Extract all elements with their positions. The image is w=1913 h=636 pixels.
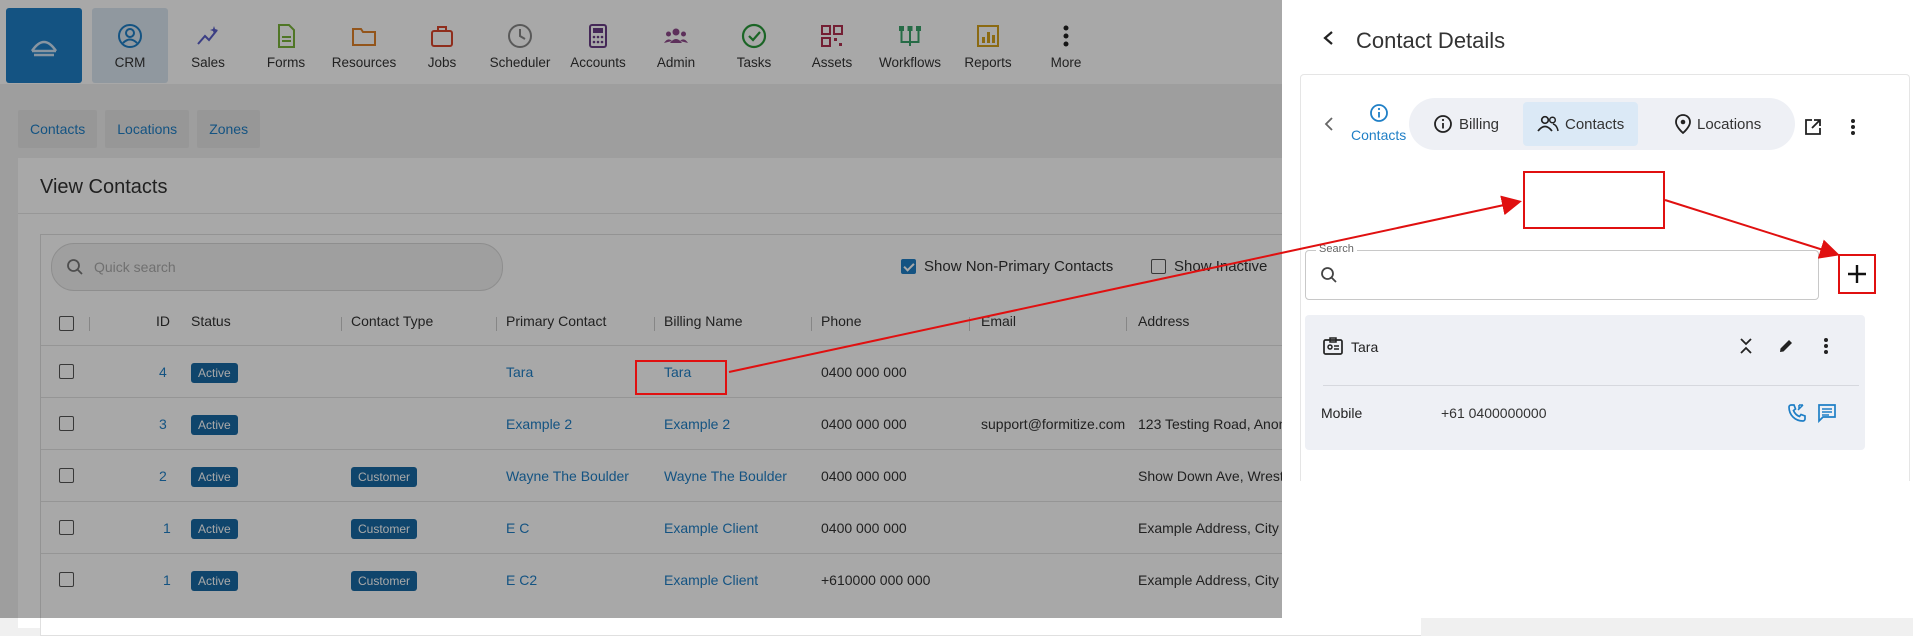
app-root: CRM Sales Forms Resources Jobs Scheduler… xyxy=(0,0,1913,636)
arrow-to-add-button xyxy=(1664,199,1840,259)
arrow-to-contacts-tab xyxy=(728,195,1522,373)
annotation-arrows xyxy=(728,195,1840,373)
